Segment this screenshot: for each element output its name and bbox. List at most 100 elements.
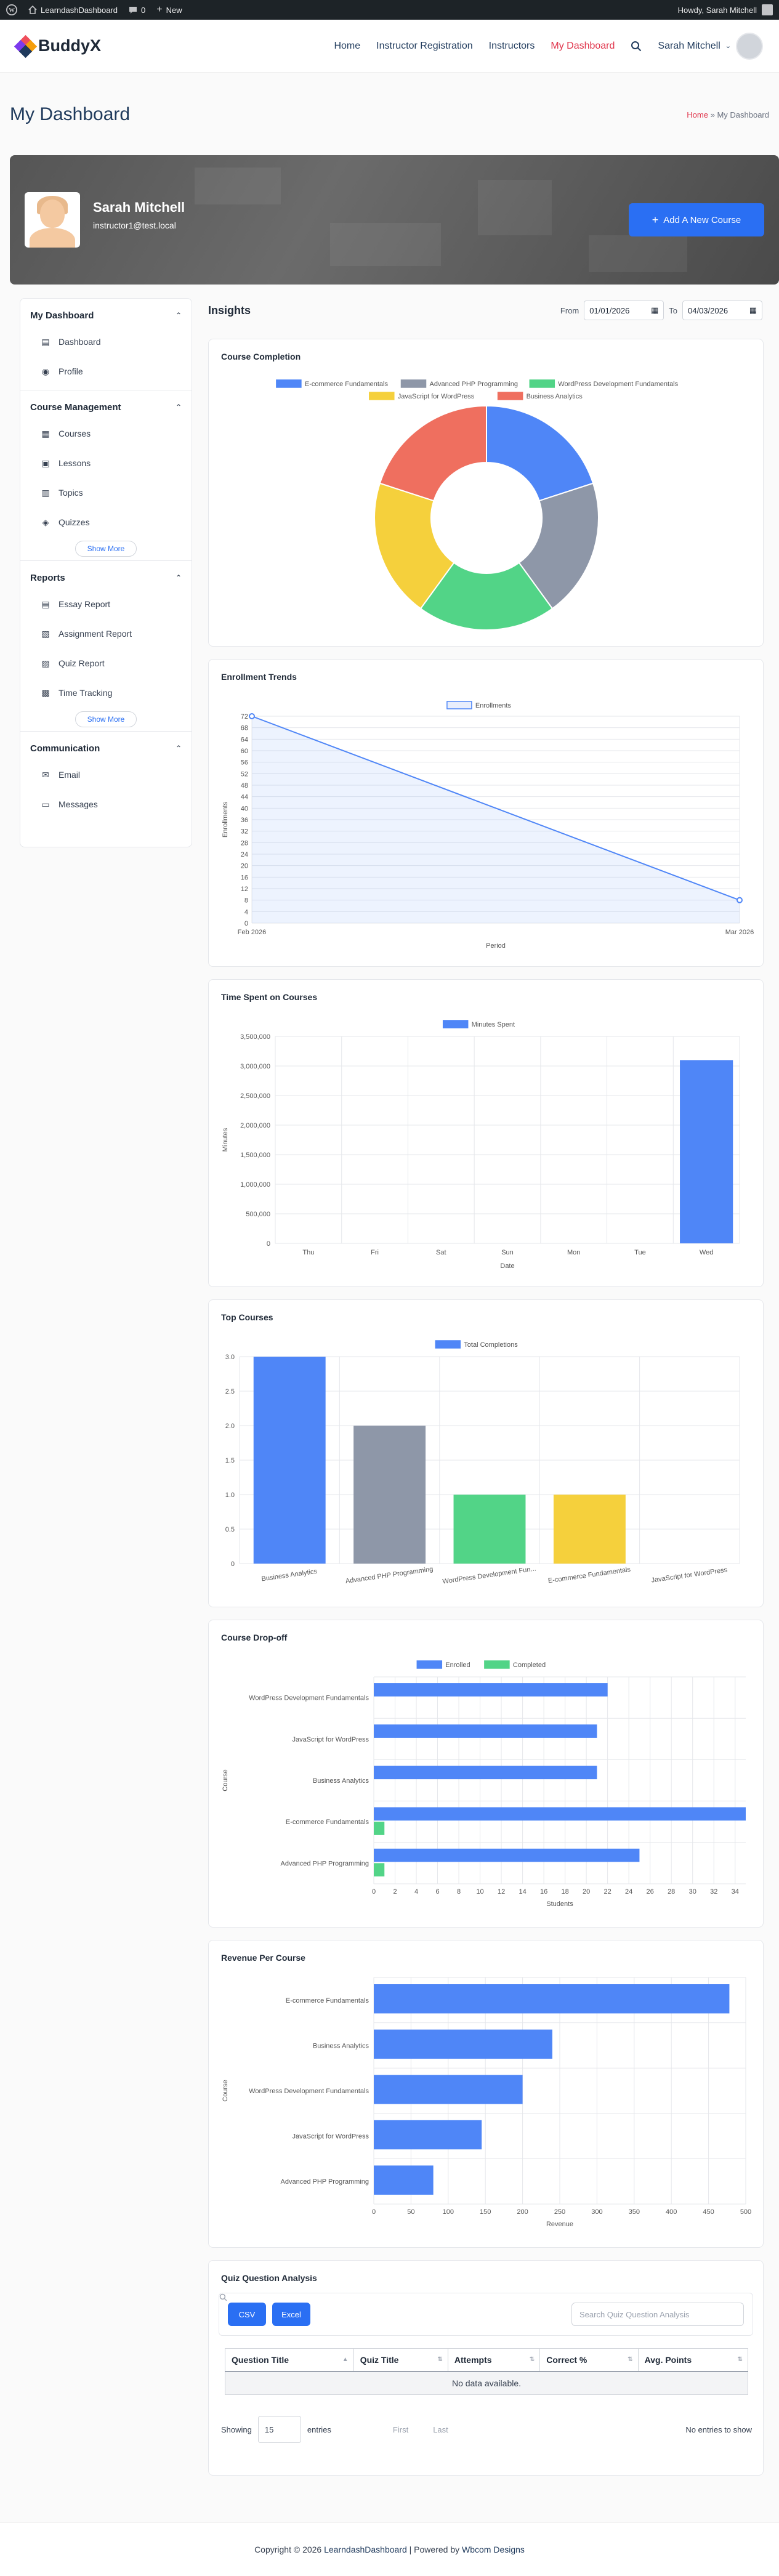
calendar-icon: ▦: [650, 305, 659, 315]
quiz-search-input[interactable]: Search Quiz Question Analysis: [219, 2293, 744, 2326]
x-axis-label: Date: [500, 1262, 514, 1270]
y-axis-label: Minutes: [222, 1128, 229, 1152]
x-tick-label: 8: [457, 1888, 461, 1896]
section-reports-toggle[interactable]: Reports ⌃: [30, 566, 182, 589]
show-more-button[interactable]: Show More: [75, 711, 137, 727]
sidebar-item-essay-report[interactable]: ▤ Essay Report: [30, 589, 182, 619]
sidebar-item-label: Time Tracking: [59, 688, 113, 698]
legend-swatch: [435, 1340, 461, 1349]
sidebar-item-assignment-report[interactable]: ▧ Assignment Report: [30, 619, 182, 648]
table-toolbar: CSV Excel Search Quiz Question Analysis: [219, 2293, 753, 2336]
page-length-select[interactable]: 15: [257, 2416, 301, 2443]
to-date-input[interactable]: 04/03/2026 ▦: [682, 301, 762, 320]
course-dropoff-card: Course Drop-off Enrolled Completed 0 2 4 6 8 10…: [208, 1620, 764, 1928]
excel-export-button[interactable]: Excel: [272, 2303, 310, 2326]
legend-label: Enrollments: [475, 702, 512, 709]
nav-home[interactable]: Home: [334, 41, 360, 52]
user-menu[interactable]: Sarah Mitchell ⌄: [658, 32, 763, 60]
site-name-menu[interactable]: LearndashDashboard: [28, 6, 118, 15]
quiz-table: Question Title ▲ Quiz Title ⇅ Attempts ⇅ Co…: [225, 2348, 749, 2395]
x-tick-label: 350: [629, 2208, 640, 2216]
messages-icon: ▭: [41, 799, 50, 809]
sidebar-item-topics[interactable]: ▥ Topics: [30, 478, 182, 507]
wp-logo-menu[interactable]: W: [6, 4, 17, 15]
section-course-management-toggle[interactable]: Course Management ⌃: [30, 395, 182, 419]
sidebar-divider: [20, 560, 192, 561]
legend-swatch: [400, 379, 427, 388]
nav-instructors[interactable]: Instructors: [489, 41, 535, 52]
breadcrumb-home[interactable]: Home: [687, 110, 708, 119]
column-quiz-title[interactable]: Quiz Title ⇅: [353, 2348, 448, 2372]
sidebar-item-email[interactable]: ✉ Email: [30, 760, 182, 789]
page-title-bar: My Dashboard Home » My Dashboard: [0, 73, 779, 156]
chart-svg: Enrollments04812162024283236404448525660…: [222, 701, 754, 950]
svg-text:W: W: [9, 7, 15, 14]
breadcrumb-current: My Dashboard: [717, 110, 769, 119]
csv-export-button[interactable]: CSV: [228, 2303, 266, 2326]
from-date-input[interactable]: 01/01/2026 ▦: [584, 301, 664, 320]
column-question-title[interactable]: Question Title ▲: [225, 2348, 354, 2372]
y-tick-label: 40: [241, 805, 248, 812]
y-tick-label: 12: [241, 886, 248, 893]
y-tick-label: 64: [241, 736, 248, 743]
sidebar-item-lessons[interactable]: ▣ Lessons: [30, 448, 182, 478]
sidebar-item-quizzes[interactable]: ◈ Quizzes: [30, 507, 182, 537]
footer-company-link[interactable]: Wbcom Designs: [462, 2545, 525, 2554]
section-title: My Dashboard: [30, 310, 94, 321]
nav-my-dashboard[interactable]: My Dashboard: [551, 41, 615, 52]
last-page-button[interactable]: Last: [433, 2425, 448, 2434]
x-tick-label: 22: [604, 1888, 611, 1896]
insights-header: Insights From 01/01/2026 ▦ To 04/03/2026…: [208, 298, 762, 323]
search-icon: [219, 2293, 227, 2301]
new-content-menu[interactable]: + New: [156, 4, 182, 15]
first-page-button[interactable]: First: [393, 2425, 408, 2434]
comments-menu[interactable]: 0: [129, 6, 145, 15]
sidebar-item-profile[interactable]: ◉ Profile: [30, 357, 182, 386]
x-tick-label: 30: [689, 1888, 696, 1896]
x-tick-label: 26: [647, 1888, 654, 1896]
footer-site-link[interactable]: LearndashDashboard: [324, 2545, 407, 2554]
sidebar-item-time-tracking[interactable]: ▩ Time Tracking: [30, 678, 182, 708]
x-tick-label: 50: [407, 2208, 414, 2216]
from-label: From: [560, 305, 579, 315]
table-row: No data available.: [225, 2371, 748, 2395]
section-my-dashboard-toggle[interactable]: My Dashboard ⌃: [30, 304, 182, 327]
column-attempts[interactable]: Attempts ⇅: [447, 2348, 541, 2372]
x-tick-label: Tue: [634, 1249, 646, 1256]
sidebar-item-courses[interactable]: ▦ Courses: [30, 419, 182, 448]
y-axis-label: Course: [222, 2080, 229, 2101]
y-tick-label: Business Analytics: [313, 2042, 369, 2049]
pie-slice: [486, 405, 594, 502]
sidebar-item-label: Quiz Report: [59, 658, 105, 668]
sort-icon: ⇅: [437, 2356, 443, 2363]
column-correct[interactable]: Correct % ⇅: [539, 2348, 639, 2372]
legend-swatch: [442, 1020, 469, 1028]
bar: [374, 1766, 597, 1780]
sidebar-item-label: Messages: [59, 799, 98, 809]
essay-icon: ▤: [41, 599, 50, 609]
section-communication-toggle[interactable]: Communication ⌃: [30, 737, 182, 760]
site-logo[interactable]: BuddyX: [14, 34, 101, 58]
sidebar-item-label: Quizzes: [59, 517, 90, 527]
account-menu[interactable]: Howdy, Sarah Mitchell: [678, 4, 773, 15]
nav-instructor-registration[interactable]: Instructor Registration: [376, 41, 473, 52]
add-new-course-button[interactable]: + Add A New Course: [629, 203, 764, 236]
bar: [374, 2075, 523, 2104]
y-tick-label: 500,000: [246, 1211, 270, 1218]
show-more-button[interactable]: Show More: [75, 541, 137, 557]
admin-avatar: [762, 4, 773, 15]
revenue-per-course-card: Revenue Per Course 0 50 100 150 200 250 300 350…: [208, 1940, 764, 2248]
bar: [374, 1822, 385, 1835]
sidebar-item-messages[interactable]: ▭ Messages: [30, 789, 182, 819]
profile-banner: Sarah Mitchell instructor1@test.local + …: [10, 155, 779, 285]
search-icon[interactable]: [631, 41, 642, 52]
sidebar-item-quiz-report[interactable]: ▨ Quiz Report: [30, 648, 182, 678]
chevron-up-icon: ⌃: [175, 403, 182, 411]
comment-icon: [129, 7, 137, 14]
column-avg-points[interactable]: Avg. Points ⇅: [637, 2348, 749, 2372]
x-tick-label: 450: [703, 2208, 714, 2216]
chevron-down-icon: ⌄: [725, 42, 731, 50]
legend-label: Total Completions: [464, 1341, 518, 1349]
sidebar-item-dashboard[interactable]: ▤ Dashboard: [30, 327, 182, 357]
x-tick-label: Sun: [501, 1249, 514, 1256]
